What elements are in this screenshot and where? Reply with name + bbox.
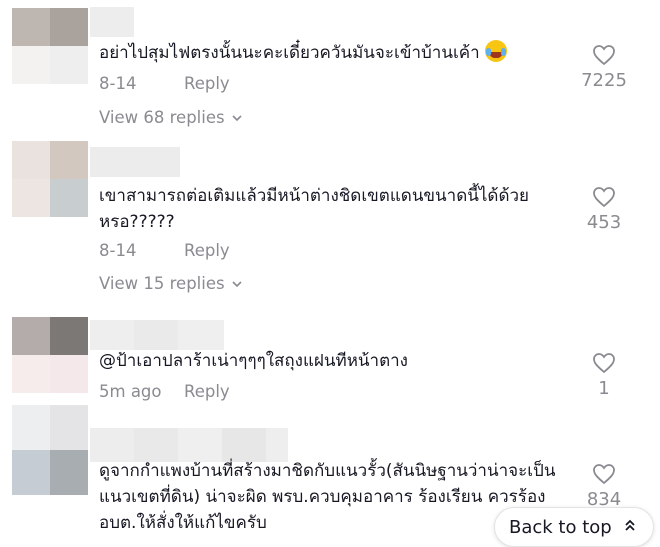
chevron-down-icon [232,114,242,121]
view-replies-label: View 15 replies [99,274,225,293]
avatar[interactable] [12,317,88,393]
comment-date: 8-14 [99,241,137,260]
avatar[interactable] [12,405,88,495]
like-count: 1 [598,378,610,399]
like-count: 453 [586,212,622,233]
comment-text: @ป้าเอาปลาร้าเน่าๆๆๆใสถุงแฝนทีหน้าตาง [99,351,408,371]
comment-text: เขาสามารถต่อเติมแล้วมีหน้าต่างชิดเขตแดนข… [99,186,530,232]
comment-meta: 5m ago Reply [99,382,230,401]
like-group: 7225 [574,44,634,91]
heart-outline-icon[interactable] [592,463,616,485]
chevron-down-icon [232,280,242,287]
double-chevron-up-icon [624,518,636,536]
like-group: 834 [574,463,634,510]
comment-meta: 8-14 Reply [99,74,230,93]
comment-meta: 8-14 Reply [99,241,230,260]
avatar[interactable] [12,8,88,84]
heart-outline-icon[interactable] [592,186,616,208]
reply-button[interactable]: Reply [184,241,230,260]
back-to-top-button[interactable]: Back to top [494,507,654,547]
like-group: 1 [574,352,634,399]
username[interactable] [90,428,288,462]
view-replies-button[interactable]: View 15 replies [99,274,242,293]
comment-date: 8-14 [99,74,137,93]
rolling-laughing-emoji-icon [485,40,508,62]
comment-date: 5m ago [99,382,162,401]
username[interactable] [90,147,180,177]
avatar[interactable] [12,141,88,217]
back-to-top-label: Back to top [509,516,612,538]
username[interactable] [90,7,134,37]
heart-outline-icon[interactable] [592,44,616,66]
heart-outline-icon[interactable] [592,352,616,374]
username[interactable] [90,320,224,350]
view-replies-label: View 68 replies [99,108,225,127]
like-group: 453 [574,186,634,233]
reply-button[interactable]: Reply [184,382,230,401]
view-replies-button[interactable]: View 68 replies [99,108,242,127]
like-count: 7225 [581,70,627,91]
reply-button[interactable]: Reply [184,74,230,93]
comment-text: อย่าไปสุมไฟตรงนั้นนะคะเดี๋ยวควันมันจะเข้… [99,40,574,66]
